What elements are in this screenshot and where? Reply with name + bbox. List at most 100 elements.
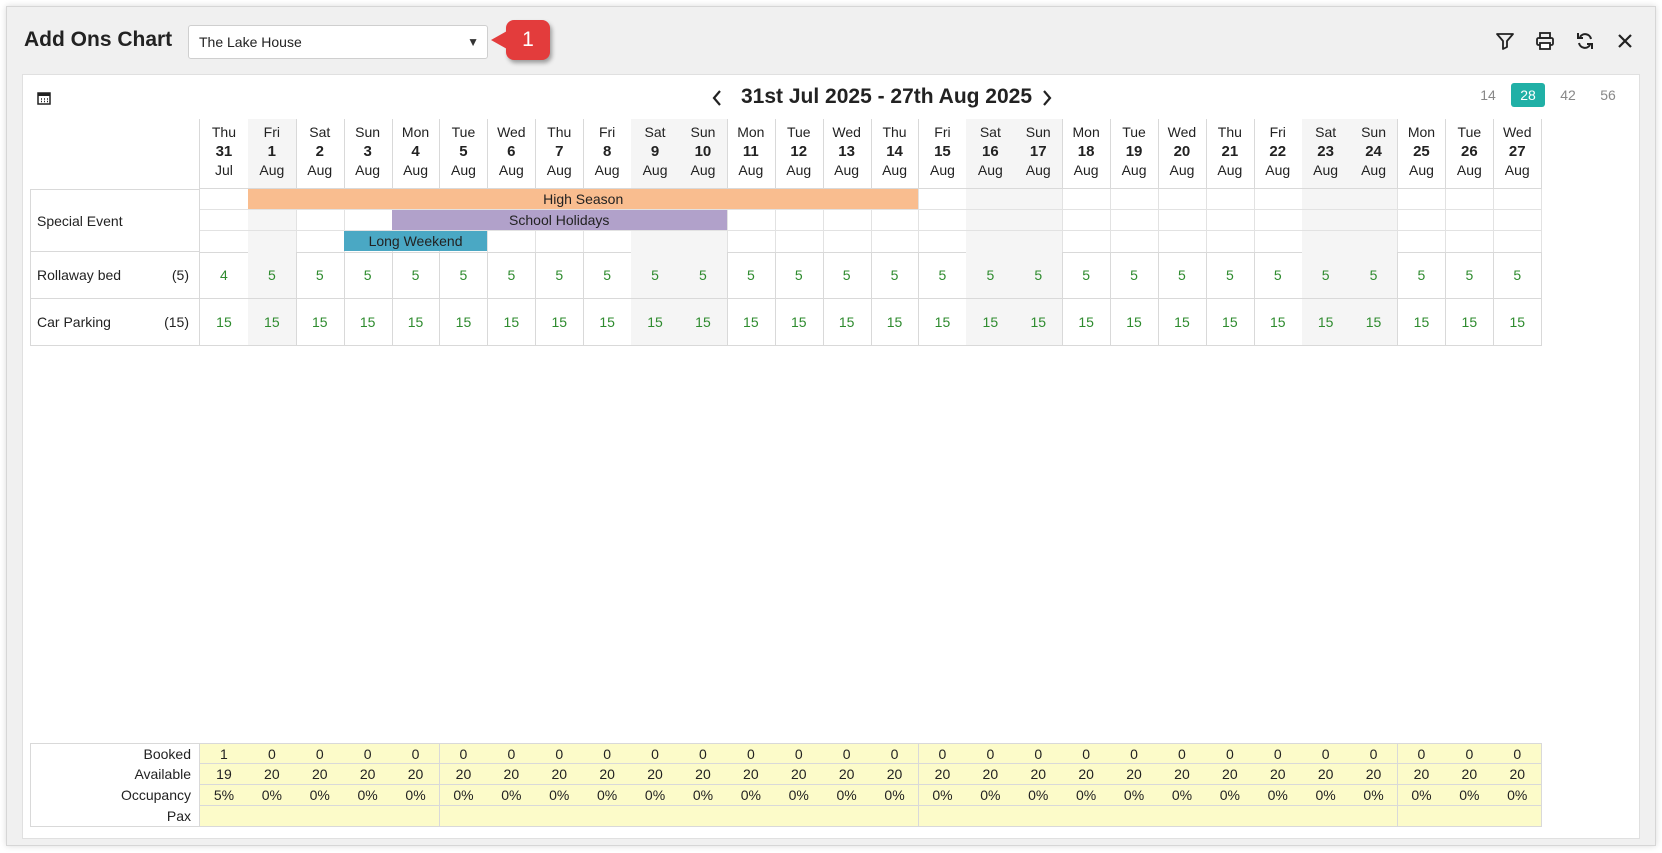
special-event-cell[interactable]: [343, 210, 393, 231]
period-42-button[interactable]: 42: [1551, 83, 1585, 107]
special-event-cell[interactable]: [918, 231, 968, 253]
addon-availability-cell[interactable]: 15: [1158, 299, 1207, 346]
addon-availability-cell[interactable]: 5: [1205, 252, 1255, 299]
addon-availability-cell[interactable]: 5: [1110, 252, 1159, 299]
special-event-cell[interactable]: [583, 231, 633, 253]
special-event-cell[interactable]: [1445, 210, 1495, 231]
special-event-cell[interactable]: [247, 210, 297, 231]
special-event-cell[interactable]: [822, 231, 872, 253]
addon-availability-cell[interactable]: 5: [1493, 252, 1543, 299]
addon-availability-cell[interactable]: 15: [295, 299, 345, 346]
special-event-cell[interactable]: [726, 210, 776, 231]
special-event-cell[interactable]: [1253, 210, 1303, 231]
addon-availability-cell[interactable]: 15: [918, 299, 968, 346]
addon-availability-cell[interactable]: 15: [631, 299, 680, 346]
special-event-cell[interactable]: [918, 210, 968, 231]
addon-availability-cell[interactable]: 15: [1445, 299, 1495, 346]
addon-availability-cell[interactable]: 15: [726, 299, 776, 346]
special-event-cell[interactable]: [200, 189, 249, 210]
close-icon[interactable]: [1612, 28, 1638, 54]
addon-availability-cell[interactable]: 5: [774, 252, 824, 299]
special-event-cell[interactable]: [1110, 231, 1159, 253]
special-event-cell[interactable]: [295, 210, 345, 231]
special-event-cell[interactable]: [1349, 210, 1399, 231]
addon-availability-cell[interactable]: 5: [247, 252, 297, 299]
special-event-cell[interactable]: [966, 231, 1016, 253]
special-event-cell[interactable]: [1493, 210, 1543, 231]
special-event-cell[interactable]: [1014, 189, 1064, 210]
special-event-cell[interactable]: [1062, 189, 1112, 210]
special-event-cell[interactable]: [1014, 231, 1064, 253]
addon-availability-cell[interactable]: 15: [391, 299, 441, 346]
special-event-cell[interactable]: [1158, 210, 1207, 231]
addon-availability-cell[interactable]: 5: [1445, 252, 1495, 299]
special-event-cell[interactable]: [822, 210, 872, 231]
special-event-cell[interactable]: [631, 231, 680, 253]
next-range-button[interactable]: [1037, 85, 1057, 111]
addon-availability-cell[interactable]: 4: [200, 252, 249, 299]
property-select[interactable]: The Lake House ▼: [188, 25, 488, 59]
special-event-cell[interactable]: [295, 231, 345, 253]
special-event-cell[interactable]: [1205, 189, 1255, 210]
calendar-icon[interactable]: [37, 91, 51, 105]
special-event-cell[interactable]: [1349, 231, 1399, 253]
special-event-cell[interactable]: [1253, 231, 1303, 253]
addon-availability-cell[interactable]: 5: [1349, 252, 1399, 299]
special-event-cell[interactable]: [535, 231, 585, 253]
special-event-cell[interactable]: [1445, 231, 1495, 253]
special-event-cell[interactable]: [1158, 189, 1207, 210]
special-event-cell[interactable]: [247, 231, 297, 253]
special-event-cell[interactable]: [200, 210, 249, 231]
special-event-bar[interactable]: High Season: [247, 189, 919, 209]
special-event-cell[interactable]: [200, 231, 249, 253]
addon-availability-cell[interactable]: 15: [679, 299, 728, 346]
addon-availability-cell[interactable]: 5: [1397, 252, 1447, 299]
addon-availability-cell[interactable]: 5: [631, 252, 680, 299]
addon-availability-cell[interactable]: 15: [1349, 299, 1399, 346]
addon-availability-cell[interactable]: 5: [1062, 252, 1112, 299]
addon-availability-cell[interactable]: 5: [966, 252, 1016, 299]
addon-availability-cell[interactable]: 15: [774, 299, 824, 346]
addon-availability-cell[interactable]: 5: [1301, 252, 1351, 299]
special-event-cell[interactable]: [1301, 210, 1351, 231]
special-event-cell[interactable]: [1301, 231, 1351, 253]
print-icon[interactable]: [1532, 28, 1558, 54]
special-event-cell[interactable]: [918, 189, 968, 210]
addon-availability-cell[interactable]: 15: [1253, 299, 1303, 346]
addon-availability-cell[interactable]: 5: [295, 252, 345, 299]
addon-availability-cell[interactable]: 15: [1110, 299, 1159, 346]
special-event-cell[interactable]: [1397, 210, 1447, 231]
special-event-cell[interactable]: [966, 210, 1016, 231]
addon-availability-cell[interactable]: 5: [343, 252, 393, 299]
period-14-button[interactable]: 14: [1471, 83, 1505, 107]
addon-availability-cell[interactable]: 5: [726, 252, 776, 299]
addon-availability-cell[interactable]: 15: [822, 299, 872, 346]
addon-availability-cell[interactable]: 5: [822, 252, 872, 299]
addon-availability-cell[interactable]: 15: [487, 299, 537, 346]
addon-availability-cell[interactable]: 15: [1062, 299, 1112, 346]
previous-range-button[interactable]: [707, 85, 727, 111]
addon-availability-cell[interactable]: 5: [487, 252, 537, 299]
filter-icon[interactable]: [1492, 28, 1518, 54]
special-event-cell[interactable]: [1301, 189, 1351, 210]
special-event-cell[interactable]: [487, 231, 537, 253]
addon-availability-cell[interactable]: 15: [200, 299, 249, 346]
special-event-cell[interactable]: [726, 231, 776, 253]
addon-availability-cell[interactable]: 15: [535, 299, 585, 346]
addon-availability-cell[interactable]: 15: [343, 299, 393, 346]
special-event-cell[interactable]: [679, 231, 728, 253]
special-event-cell[interactable]: [1397, 231, 1447, 253]
special-event-bar[interactable]: Long Weekend: [343, 231, 488, 251]
special-event-cell[interactable]: [1445, 189, 1495, 210]
special-event-cell[interactable]: [1062, 231, 1112, 253]
special-event-cell[interactable]: [1205, 231, 1255, 253]
addon-availability-cell[interactable]: 15: [439, 299, 489, 346]
addon-availability-cell[interactable]: 5: [1253, 252, 1303, 299]
addon-availability-cell[interactable]: 5: [679, 252, 728, 299]
addon-availability-cell[interactable]: 5: [391, 252, 441, 299]
addon-availability-cell[interactable]: 5: [870, 252, 920, 299]
special-event-bar[interactable]: School Holidays: [391, 210, 727, 230]
special-event-cell[interactable]: [774, 210, 824, 231]
addon-availability-cell[interactable]: 5: [583, 252, 633, 299]
special-event-cell[interactable]: [1349, 189, 1399, 210]
